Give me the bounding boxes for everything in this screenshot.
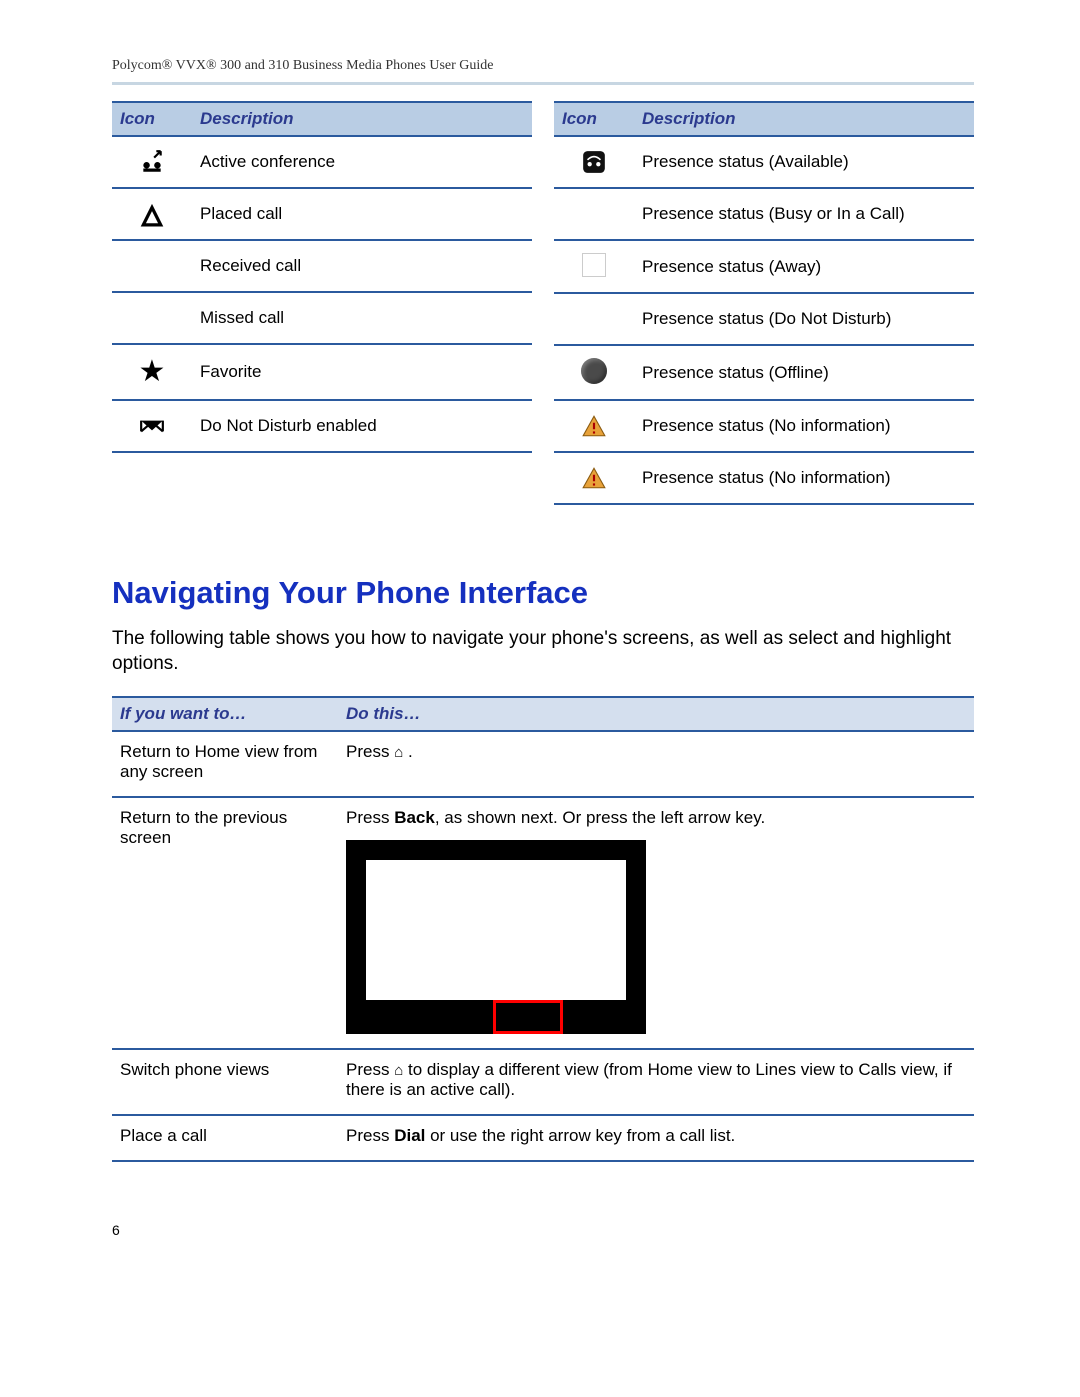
back-softkey-highlight <box>493 1000 563 1034</box>
presence-noinfo-icon <box>581 415 607 434</box>
icon-desc: Presence status (Offline) <box>634 345 974 400</box>
phone-screenshot <box>346 840 646 1034</box>
nav-want: Return to the previous screen <box>112 797 338 1049</box>
nav-do: Press ⌂ . <box>338 731 974 797</box>
nav-do: Press ⌂ to display a different view (fro… <box>338 1049 974 1115</box>
conference-icon <box>139 151 165 170</box>
page-number: 6 <box>112 1222 974 1238</box>
table-row: Presence status (Offline) <box>554 345 974 400</box>
icon-desc: Presence status (No information) <box>634 452 974 504</box>
icon-desc: Placed call <box>192 188 532 240</box>
icon-desc: Presence status (Away) <box>634 240 974 293</box>
nav-table: If you want to… Do this… Return to Home … <box>112 696 974 1162</box>
table-row: Missed call <box>112 292 532 344</box>
table-row: Received call <box>112 240 532 292</box>
presence-offline-icon <box>581 369 607 388</box>
icon-desc: Presence status (No information) <box>634 400 974 452</box>
table-row: Return to the previous screen Press Back… <box>112 797 974 1049</box>
table-row: Presence status (Busy or In a Call) <box>554 188 974 240</box>
icon-desc: Presence status (Busy or In a Call) <box>634 188 974 240</box>
col-header-icon: Icon <box>112 102 192 136</box>
presence-available-icon <box>581 151 607 170</box>
col-header-icon: Icon <box>554 102 634 136</box>
table-row: Presence status (Away) <box>554 240 974 293</box>
col-header-desc: Description <box>192 102 532 136</box>
icon-desc: Received call <box>192 240 532 292</box>
placed-call-icon <box>139 203 165 222</box>
icon-desc: Missed call <box>192 292 532 344</box>
dnd-enabled-icon <box>139 415 165 434</box>
section-intro: The following table shows you how to nav… <box>112 627 974 676</box>
nav-col-want: If you want to… <box>112 697 338 731</box>
nav-want: Switch phone views <box>112 1049 338 1115</box>
table-row: Return to Home view from any screen Pres… <box>112 731 974 797</box>
icon-tables: Icon Description Active conference Place… <box>112 101 974 505</box>
running-header: Polycom® VVX® 300 and 310 Business Media… <box>112 58 974 74</box>
nav-do: Press Dial or use the right arrow key fr… <box>338 1115 974 1161</box>
table-row: Presence status (No information) <box>554 400 974 452</box>
table-row: Presence status (No information) <box>554 452 974 504</box>
table-row: Active conference <box>112 136 532 188</box>
icon-table-right: Icon Description Presence status (Availa… <box>554 101 974 505</box>
icon-desc: Presence status (Do Not Disturb) <box>634 293 974 345</box>
presence-noinfo2-icon <box>581 467 607 486</box>
presence-away-icon <box>582 262 606 281</box>
section-heading: Navigating Your Phone Interface <box>112 575 974 611</box>
table-row: ★ Favorite <box>112 344 532 400</box>
icon-desc: Presence status (Available) <box>634 136 974 188</box>
nav-want: Return to Home view from any screen <box>112 731 338 797</box>
icon-table-left: Icon Description Active conference Place… <box>112 101 532 505</box>
home-key-icon: ⌂ <box>394 1062 403 1079</box>
table-row: Do Not Disturb enabled <box>112 400 532 452</box>
nav-do: Press Back, as shown next. Or press the … <box>338 797 974 1049</box>
nav-want: Place a call <box>112 1115 338 1161</box>
nav-col-do: Do this… <box>338 697 974 731</box>
header-rule <box>112 82 974 85</box>
table-row: Presence status (Do Not Disturb) <box>554 293 974 345</box>
icon-desc: Active conference <box>192 136 532 188</box>
icon-desc: Favorite <box>192 344 532 400</box>
favorite-icon: ★ <box>139 355 166 388</box>
icon-desc: Do Not Disturb enabled <box>192 400 532 452</box>
table-row: Presence status (Available) <box>554 136 974 188</box>
col-header-desc: Description <box>634 102 974 136</box>
home-key-icon: ⌂ <box>394 744 403 761</box>
table-row: Placed call <box>112 188 532 240</box>
table-row: Place a call Press Dial or use the right… <box>112 1115 974 1161</box>
table-row: Switch phone views Press ⌂ to display a … <box>112 1049 974 1115</box>
